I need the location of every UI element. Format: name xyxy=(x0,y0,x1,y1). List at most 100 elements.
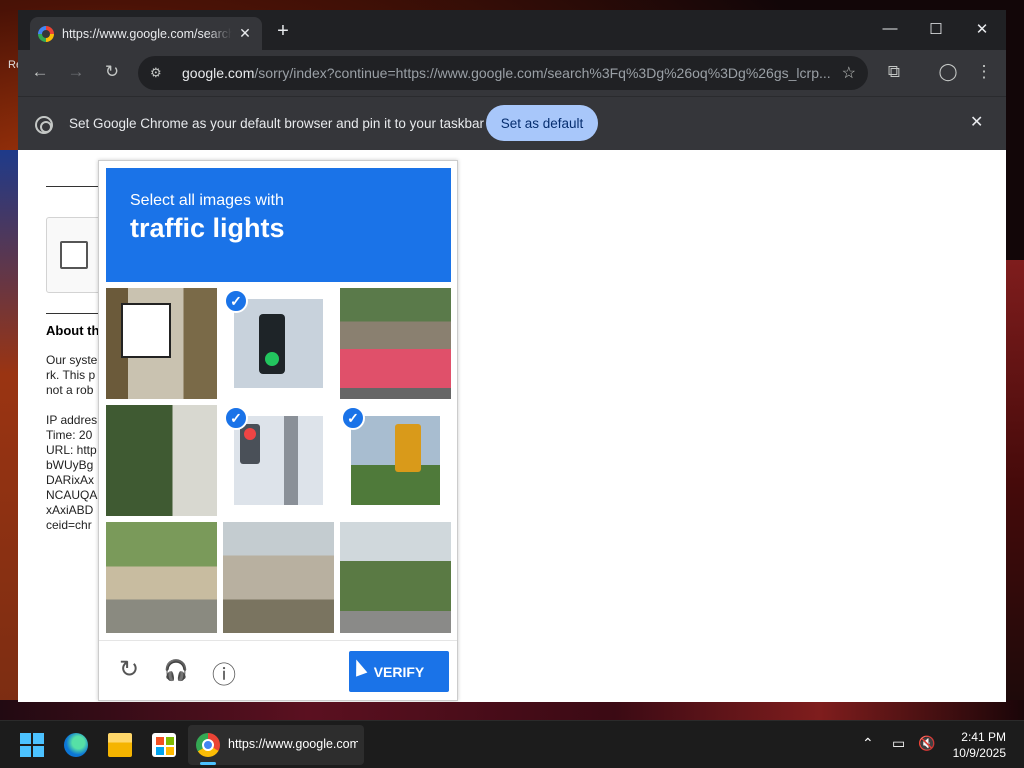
windows-taskbar: https://www.google.com ⌃ ▭ 🔇 2:41 PM 10/… xyxy=(0,720,1024,768)
about-line: IP addres xyxy=(46,413,98,427)
chrome-icon xyxy=(35,116,53,134)
traffic-light-icon xyxy=(259,314,285,374)
chrome-window: https://www.google.com/search? ✕ + — ☐ ✕… xyxy=(18,10,1006,702)
reload-challenge-icon[interactable]: ↻ xyxy=(114,655,144,684)
about-body: Our syste rk. This p not a rob IP addres… xyxy=(46,353,106,533)
tile-image xyxy=(351,416,440,505)
desktop-wallpaper-right xyxy=(1004,260,1024,710)
selected-check-icon: ✓ xyxy=(224,406,248,430)
volume-muted-icon[interactable]: 🔇 xyxy=(918,735,935,752)
default-browser-infobar: Set Google Chrome as your default browse… xyxy=(18,96,1006,150)
tile-image xyxy=(106,405,217,516)
recaptcha-checkbox[interactable] xyxy=(60,241,88,269)
new-tab-button[interactable]: + xyxy=(272,20,294,43)
challenge-target: traffic lights xyxy=(130,213,285,243)
image-tile[interactable] xyxy=(340,522,451,633)
search-tabs-icon[interactable]: ⧉ xyxy=(878,62,910,82)
about-line: xAxiABD xyxy=(46,503,94,517)
image-tile[interactable] xyxy=(106,288,217,399)
tab-google-search[interactable]: https://www.google.com/search? ✕ xyxy=(30,17,262,50)
site-info-icon[interactable]: ⚙ xyxy=(150,65,170,81)
about-line: ceid=chr xyxy=(46,518,92,532)
url-text[interactable]: google.com/sorry/index?continue=https://… xyxy=(182,65,832,81)
about-line: not a rob xyxy=(46,383,94,397)
minimize-button[interactable]: — xyxy=(880,20,900,37)
google-favicon-icon xyxy=(38,25,54,42)
system-clock[interactable]: 2:41 PM 10/9/2025 xyxy=(946,729,1006,761)
tile-image xyxy=(223,522,334,633)
about-line: bWUyBg xyxy=(46,458,94,472)
about-line: URL: http xyxy=(46,443,97,457)
network-icon[interactable]: ▭ xyxy=(892,735,905,752)
about-line: Our syste xyxy=(46,353,98,367)
chrome-taskbar-label: https://www.google.com xyxy=(228,737,358,751)
tile-image xyxy=(340,522,451,633)
challenge-header: Select all images with traffic lights xyxy=(106,168,451,282)
maximize-button[interactable]: ☐ xyxy=(926,20,946,38)
tile-image xyxy=(340,288,451,399)
help-info-icon[interactable]: ⓘ xyxy=(209,655,239,690)
green-lamp xyxy=(265,352,279,366)
forward-button[interactable]: → xyxy=(60,62,92,82)
sorry-page: About th Our syste rk. This p not a rob … xyxy=(18,150,1006,702)
profile-icon[interactable]: ◯ xyxy=(932,62,964,82)
file-explorer-icon[interactable] xyxy=(108,733,132,757)
selected-check-icon: ✓ xyxy=(341,406,365,430)
image-tile[interactable]: ✓ xyxy=(223,288,334,399)
desktop-wallpaper-left xyxy=(0,150,20,710)
selected-check-icon: ✓ xyxy=(224,289,248,313)
address-bar[interactable]: ⚙ google.com/sorry/index?continue=https:… xyxy=(138,56,868,90)
active-indicator xyxy=(200,762,216,765)
image-tile[interactable] xyxy=(106,522,217,633)
tile-image xyxy=(106,288,217,399)
traffic-light-icon xyxy=(395,424,421,472)
clock-date: 10/9/2025 xyxy=(952,746,1006,760)
traffic-light-icon xyxy=(240,424,260,464)
about-line: rk. This p xyxy=(46,368,96,382)
menu-icon[interactable]: ⋮ xyxy=(968,62,1000,82)
browser-toolbar: ← → ↻ ⚙ google.com/sorry/index?continue=… xyxy=(18,50,1006,96)
image-tile[interactable] xyxy=(106,405,217,516)
tab-close-icon[interactable]: ✕ xyxy=(236,25,254,42)
about-line: DARixAx xyxy=(46,473,95,487)
about-line: NCAUQA xyxy=(46,488,98,502)
microsoft-store-icon[interactable] xyxy=(152,733,176,757)
red-lamp xyxy=(244,428,256,440)
about-line: Time: 20 xyxy=(46,428,93,442)
divider xyxy=(46,313,106,314)
image-tile[interactable] xyxy=(340,288,451,399)
recaptcha-challenge: Select all images with traffic lights ✓ xyxy=(98,160,458,701)
back-button[interactable]: ← xyxy=(24,62,56,82)
chrome-icon xyxy=(196,733,220,757)
tray-chevron-icon[interactable]: ⌃ xyxy=(862,735,874,752)
url-path: /sorry/index?continue=https://www.google… xyxy=(254,65,831,81)
bookmark-star-icon[interactable]: ☆ xyxy=(842,63,856,83)
image-tile[interactable]: ✓ xyxy=(340,405,451,516)
infobar-message: Set Google Chrome as your default browse… xyxy=(69,116,484,131)
chrome-taskbar-button[interactable]: https://www.google.com xyxy=(188,725,364,765)
about-line xyxy=(46,398,106,413)
divider xyxy=(46,186,106,187)
close-window-button[interactable]: ✕ xyxy=(972,20,992,38)
tile-image xyxy=(234,416,323,505)
tile-image xyxy=(234,299,323,388)
audio-challenge-icon[interactable]: 🎧 xyxy=(161,658,191,683)
tab-strip: https://www.google.com/search? ✕ + — ☐ ✕ xyxy=(18,10,1006,50)
image-tile[interactable] xyxy=(223,522,334,633)
infobar-close-icon[interactable]: ✕ xyxy=(970,112,983,132)
about-heading: About th xyxy=(46,323,100,338)
recaptcha-anchor-frame xyxy=(46,217,106,293)
tile-image xyxy=(106,522,217,633)
set-default-button[interactable]: Set as default xyxy=(486,105,598,141)
image-grid: ✓ ✓ ✓ xyxy=(106,288,451,633)
reload-button[interactable]: ↻ xyxy=(96,62,128,82)
tab-title: https://www.google.com/search? xyxy=(62,26,232,41)
challenge-instruction: Select all images with xyxy=(130,192,284,209)
image-tile[interactable]: ✓ xyxy=(223,405,334,516)
challenge-footer: ↻ 🎧 ⓘ VERIFY xyxy=(99,640,457,700)
edge-icon[interactable] xyxy=(64,733,88,757)
bike-lane-sign-icon xyxy=(121,303,171,358)
clock-time: 2:41 PM xyxy=(961,730,1006,744)
start-button[interactable] xyxy=(20,733,44,757)
desktop-wallpaper-bottom xyxy=(0,700,1024,720)
